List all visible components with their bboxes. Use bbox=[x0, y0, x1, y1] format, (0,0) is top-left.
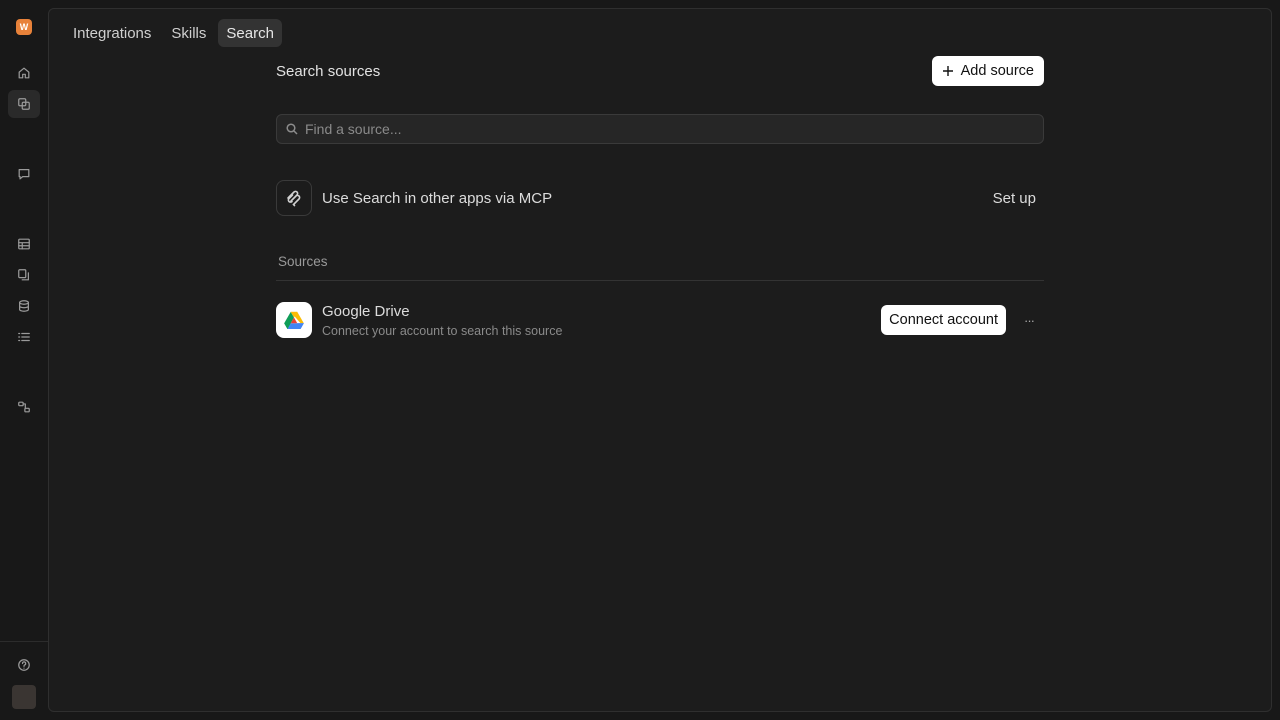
sources-divider bbox=[276, 280, 1044, 281]
mcp-row: Use Search in other apps via MCP Set up bbox=[276, 180, 1044, 216]
documents-icon bbox=[18, 269, 29, 281]
home-icon bbox=[18, 67, 30, 79]
source-description: Connect your account to search this sour… bbox=[322, 323, 563, 338]
workflow-button[interactable] bbox=[8, 393, 40, 421]
left-rail: W bbox=[0, 0, 48, 720]
search-box bbox=[276, 114, 1044, 144]
tables-button[interactable] bbox=[8, 230, 40, 258]
source-name: Google Drive bbox=[322, 302, 410, 320]
add-source-label: Add source bbox=[960, 63, 1034, 79]
more-options-button[interactable]: ··· bbox=[1014, 313, 1044, 328]
database-icon bbox=[19, 300, 29, 312]
help-icon bbox=[18, 659, 30, 671]
add-source-button[interactable]: Add source bbox=[931, 56, 1044, 86]
connect-account-button[interactable]: Connect account bbox=[881, 305, 1006, 335]
workspace-logo[interactable]: W bbox=[16, 19, 32, 35]
database-button[interactable] bbox=[8, 292, 40, 320]
tab-search[interactable]: Search bbox=[218, 19, 282, 47]
integrations-icon bbox=[18, 98, 30, 110]
search-input[interactable] bbox=[305, 121, 1005, 137]
home-button[interactable] bbox=[8, 59, 40, 87]
tab-integrations[interactable]: Integrations bbox=[65, 19, 159, 47]
list-button[interactable] bbox=[8, 323, 40, 351]
help-button[interactable] bbox=[8, 651, 40, 679]
mcp-icon bbox=[276, 180, 312, 216]
google-drive-icon bbox=[276, 302, 312, 338]
rail-divider bbox=[0, 641, 48, 642]
mcp-logo-icon bbox=[287, 190, 301, 207]
avatar[interactable] bbox=[12, 685, 36, 709]
list-icon bbox=[18, 332, 30, 342]
google-drive-logo-icon bbox=[284, 311, 304, 329]
mcp-label: Use Search in other apps via MCP bbox=[322, 189, 553, 207]
main-panel: Integrations Skills Search Search source… bbox=[48, 8, 1272, 712]
sources-heading: Sources bbox=[278, 254, 328, 269]
setup-button[interactable]: Set up bbox=[985, 190, 1044, 207]
search-sources-content: Search sources Add source Use Search in … bbox=[276, 56, 1044, 338]
chat-icon bbox=[18, 169, 30, 180]
plus-icon bbox=[942, 66, 953, 76]
documents-button[interactable] bbox=[8, 261, 40, 289]
tab-skills[interactable]: Skills bbox=[163, 19, 214, 47]
table-icon bbox=[18, 238, 30, 250]
list-item: Google Drive Connect your account to sea… bbox=[276, 302, 1044, 338]
chat-button[interactable] bbox=[8, 160, 40, 188]
integrations-button[interactable] bbox=[8, 90, 40, 118]
source-text: Google Drive Connect your account to sea… bbox=[322, 303, 881, 338]
page-title: Search sources bbox=[276, 62, 381, 80]
content-header: Search sources Add source bbox=[276, 56, 1044, 86]
search-icon bbox=[286, 123, 298, 135]
tab-bar: Integrations Skills Search bbox=[65, 19, 282, 47]
workflow-icon bbox=[18, 401, 30, 413]
